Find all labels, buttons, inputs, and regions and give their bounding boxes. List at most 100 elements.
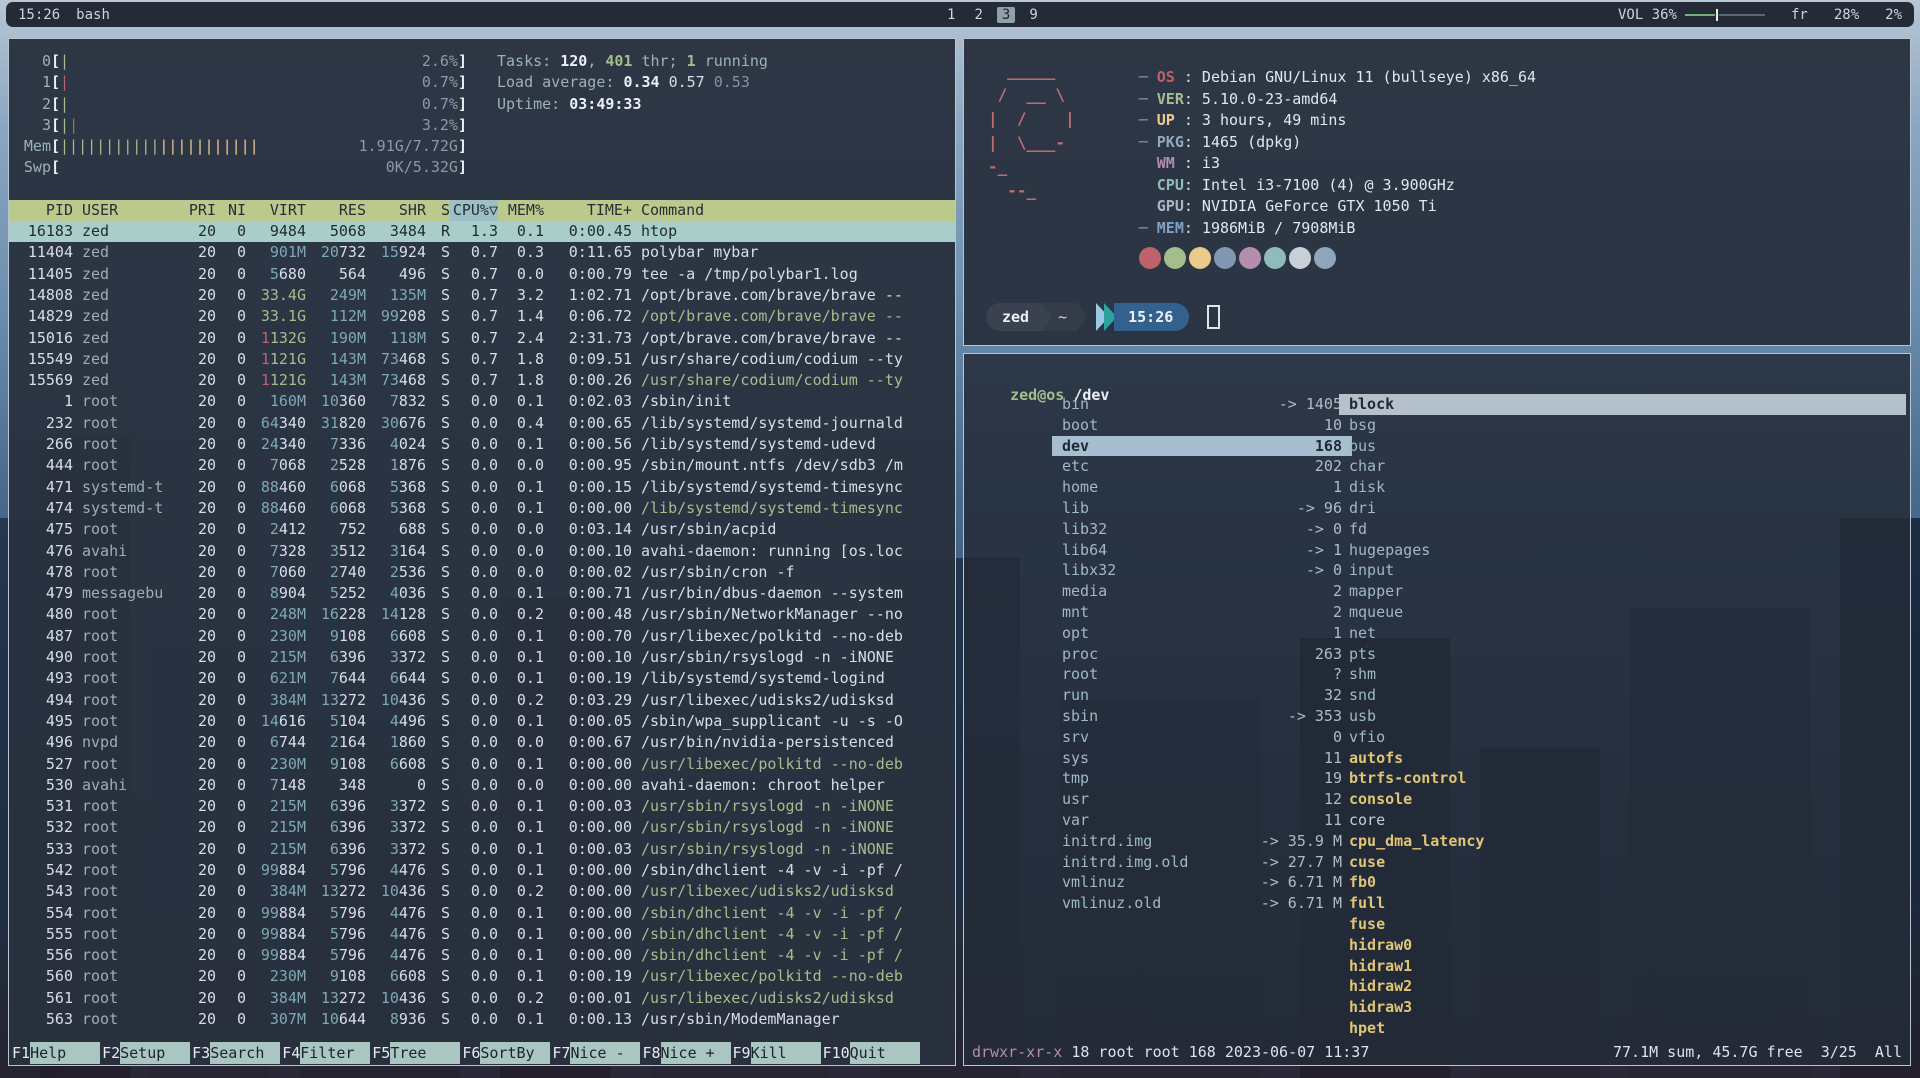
process-row[interactable]: 527root200230M91086608S0.00.10:00.00/usr… [9,754,955,775]
fm-right-item-cuse[interactable]: cuse [1339,852,1906,873]
process-row[interactable]: 15016zed2001132G190M118MS0.72.42:31.73/o… [9,328,955,349]
fm-right-item-dri[interactable]: dri [1339,498,1906,519]
fm-right-item-fb0[interactable]: fb0 [1339,872,1906,893]
process-row[interactable]: 532root200215M63963372S0.00.10:00.00/usr… [9,817,955,838]
fkey-F8[interactable]: F8Nice + [640,1042,730,1064]
fm-right-item-hidraw0[interactable]: hidraw0 [1339,935,1906,956]
fm-right-item-mapper[interactable]: mapper [1339,581,1906,602]
process-row[interactable]: 495root2001461651044496S0.00.10:00.05/sb… [9,711,955,732]
volume-slider[interactable] [1685,9,1765,21]
fm-right-item-mqueue[interactable]: mqueue [1339,602,1906,623]
fm-left-item-srv[interactable]: srv0 [1052,727,1352,748]
fm-left-item-sys[interactable]: sys11 [1052,748,1352,769]
fm-right-item-hugepages[interactable]: hugepages [1339,540,1906,561]
process-row[interactable]: 14829zed20033.1G112M99208S0.71.40:06.72/… [9,306,955,327]
process-row[interactable]: 266root2002434073364024S0.00.10:00.56/li… [9,434,955,455]
fkey-F9[interactable]: F9Kill [731,1042,821,1064]
process-row[interactable]: 494root200384M1327210436S0.00.20:03.29/u… [9,690,955,711]
process-row[interactable]: 487root200230M91086608S0.00.10:00.70/usr… [9,626,955,647]
fm-left-item-proc[interactable]: proc263 [1052,644,1352,665]
process-row[interactable]: 480root200248M1622814128S0.00.20:00.48/u… [9,604,955,625]
fm-right-item-bus[interactable]: bus [1339,436,1906,457]
fm-right-item-block[interactable]: block [1339,394,1906,415]
fkey-F7[interactable]: F7Nice - [550,1042,640,1064]
fm-right-item-pts[interactable]: pts [1339,644,1906,665]
fm-right-item-snd[interactable]: snd [1339,685,1906,706]
fm-right-item-char[interactable]: char [1339,456,1906,477]
column-header-CPU%[interactable]: CPU%▽ [450,200,498,221]
column-header-S[interactable]: S [426,200,450,221]
process-row[interactable]: 474systemd-t2008846060685368S0.00.10:00.… [9,498,955,519]
process-row[interactable]: 475root2002412752688S0.00.00:03.14/usr/s… [9,519,955,540]
fm-left-item-vmlinuz.old[interactable]: vmlinuz.old-> 6.71 M [1052,893,1352,914]
column-header-PRI[interactable]: PRI [176,200,216,221]
fm-left-item-tmp[interactable]: tmp19 [1052,768,1352,789]
fkey-F10[interactable]: F10Quit [821,1042,920,1064]
fm-right-item-fuse[interactable]: fuse [1339,914,1906,935]
fm-right-item-autofs[interactable]: autofs [1339,748,1906,769]
fkey-F6[interactable]: F6SortBy [460,1042,550,1064]
fm-left-item-lib32[interactable]: lib32-> 0 [1052,519,1352,540]
process-row[interactable]: 543root200384M1327210436S0.00.20:00.00/u… [9,881,955,902]
workspace-3[interactable]: 3 [997,7,1015,23]
process-row[interactable]: 476avahi200732835123164S0.00.00:00.10ava… [9,541,955,562]
fm-right-item-net[interactable]: net [1339,623,1906,644]
workspace-9[interactable]: 9 [1024,7,1042,23]
fm-left-item-vmlinuz[interactable]: vmlinuz-> 6.71 M [1052,872,1352,893]
fm-left-item-initrd.img[interactable]: initrd.img-> 35.9 M [1052,831,1352,852]
column-header-USER[interactable]: USER [73,200,176,221]
fkey-F1[interactable]: F1Help [10,1042,100,1064]
column-header-MEM%[interactable]: MEM% [498,200,544,221]
fm-left-item-mnt[interactable]: mnt2 [1052,602,1352,623]
process-row[interactable]: 471systemd-t2008846060685368S0.00.10:00.… [9,477,955,498]
fm-left-item-libx32[interactable]: libx32-> 0 [1052,560,1352,581]
fm-right-item-fd[interactable]: fd [1339,519,1906,540]
process-row[interactable]: 16183zed200948450683484R1.30.10:00.45hto… [9,221,955,242]
fm-right-item-full[interactable]: full [1339,893,1906,914]
fm-right-item-usb[interactable]: usb [1339,706,1906,727]
fm-right-item-console[interactable]: console [1339,789,1906,810]
process-row[interactable]: 555root2009988457964476S0.00.10:00.00/sb… [9,924,955,945]
fm-right-item-shm[interactable]: shm [1339,664,1906,685]
fm-left-item-bin[interactable]: bin-> 1405 [1052,394,1352,415]
workspace-1[interactable]: 1 [942,7,960,23]
fm-left-item-initrd.img.old[interactable]: initrd.img.old-> 27.7 M [1052,852,1352,873]
fm-right-item-hidraw1[interactable]: hidraw1 [1339,956,1906,977]
workspace-2[interactable]: 2 [969,7,987,23]
keyboard-layout[interactable]: fr [1791,7,1808,23]
process-row[interactable]: 11405zed2005680564496S0.70.00:00.79tee -… [9,264,955,285]
process-row[interactable]: 15569zed2001121G143M73468S0.71.80:00.26/… [9,370,955,391]
fm-left-item-lib[interactable]: lib-> 96 [1052,498,1352,519]
fm-right-item-cpu_dma_latency[interactable]: cpu_dma_latency [1339,831,1906,852]
process-row[interactable]: 490root200215M63963372S0.00.10:00.10/usr… [9,647,955,668]
process-row[interactable]: 1root200160M103607832S0.00.10:02.03/sbin… [9,391,955,412]
fm-right-item-input[interactable]: input [1339,560,1906,581]
fm-left-item-lib64[interactable]: lib64-> 1 [1052,540,1352,561]
process-table-header[interactable]: PIDUSERPRINIVIRTRESSHRSCPU%▽MEM%TIME+Com… [9,200,955,221]
fm-left-item-sbin[interactable]: sbin-> 353 [1052,706,1352,727]
fm-right-item-hpet[interactable]: hpet [1339,1018,1906,1039]
fm-right-item-core[interactable]: core [1339,810,1906,831]
fm-left-item-etc[interactable]: etc202 [1052,456,1352,477]
fm-left-item-dev[interactable]: dev168 [1052,436,1352,457]
column-header-RES[interactable]: RES [306,200,366,221]
fkey-F2[interactable]: F2Setup [100,1042,190,1064]
fkey-F5[interactable]: F5Tree [370,1042,460,1064]
process-row[interactable]: 530avahi20071483480S0.00.00:00.00avahi-d… [9,775,955,796]
process-row[interactable]: 478root200706027402536S0.00.00:00.02/usr… [9,562,955,583]
column-header-SHR[interactable]: SHR [366,200,426,221]
fm-right-item-bsg[interactable]: bsg [1339,415,1906,436]
fm-right-item-hidraw2[interactable]: hidraw2 [1339,976,1906,997]
fm-left-item-media[interactable]: media2 [1052,581,1352,602]
fm-left-item-home[interactable]: home1 [1052,477,1352,498]
process-row[interactable]: 533root200215M63963372S0.00.10:00.03/usr… [9,839,955,860]
fm-right-item-disk[interactable]: disk [1339,477,1906,498]
process-row[interactable]: 531root200215M63963372S0.00.10:00.03/usr… [9,796,955,817]
fm-right-item-hidraw3[interactable]: hidraw3 [1339,997,1906,1018]
column-header-NI[interactable]: NI [216,200,246,221]
process-row[interactable]: 493root200621M76446644S0.00.10:00.19/lib… [9,668,955,689]
column-header-Command[interactable]: Command [632,200,955,221]
process-row[interactable]: 554root2009988457964476S0.00.10:00.00/sb… [9,903,955,924]
volume-module[interactable]: VOL 36% [1618,7,1765,23]
process-row[interactable]: 11404zed200901M2073215924S0.70.30:11.65p… [9,242,955,263]
